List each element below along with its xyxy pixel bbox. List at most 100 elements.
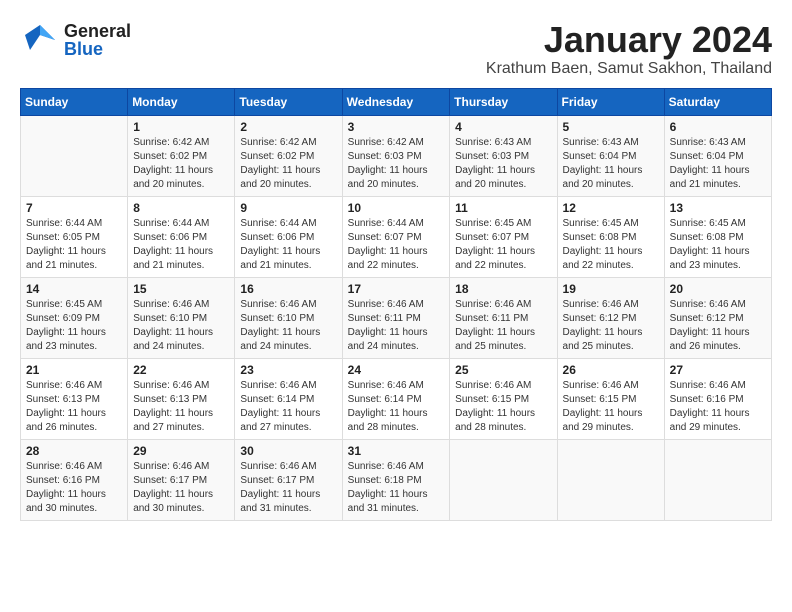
- day-number: 12: [563, 201, 659, 215]
- day-info: Sunrise: 6:46 AM Sunset: 6:13 PM Dayligh…: [133, 379, 229, 435]
- day-info: Sunrise: 6:45 AM Sunset: 6:08 PM Dayligh…: [670, 217, 766, 273]
- calendar-cell: 20 Sunrise: 6:46 AM Sunset: 6:12 PM Dayli…: [664, 277, 771, 358]
- day-number: 26: [563, 363, 659, 377]
- day-number: 11: [455, 201, 551, 215]
- calendar-cell: 5 Sunrise: 6:43 AM Sunset: 6:04 PM Daylig…: [557, 115, 664, 196]
- calendar-cell: [21, 115, 128, 196]
- logo-general-text: General: [64, 22, 131, 40]
- calendar-cell: 23 Sunrise: 6:46 AM Sunset: 6:14 PM Dayli…: [235, 358, 342, 439]
- day-info: Sunrise: 6:45 AM Sunset: 6:07 PM Dayligh…: [455, 217, 551, 273]
- day-number: 10: [348, 201, 445, 215]
- calendar-week-row: 14 Sunrise: 6:45 AM Sunset: 6:09 PM Dayli…: [21, 277, 772, 358]
- calendar-week-row: 21 Sunrise: 6:46 AM Sunset: 6:13 PM Dayli…: [21, 358, 772, 439]
- day-info: Sunrise: 6:46 AM Sunset: 6:17 PM Dayligh…: [133, 460, 229, 516]
- calendar-cell: 28 Sunrise: 6:46 AM Sunset: 6:16 PM Dayli…: [21, 439, 128, 520]
- day-info: Sunrise: 6:44 AM Sunset: 6:06 PM Dayligh…: [240, 217, 336, 273]
- day-info: Sunrise: 6:46 AM Sunset: 6:12 PM Dayligh…: [670, 298, 766, 354]
- calendar-cell: 22 Sunrise: 6:46 AM Sunset: 6:13 PM Dayli…: [128, 358, 235, 439]
- day-number: 4: [455, 120, 551, 134]
- calendar-week-row: 28 Sunrise: 6:46 AM Sunset: 6:16 PM Dayli…: [21, 439, 772, 520]
- calendar-header: SundayMondayTuesdayWednesdayThursdayFrid…: [21, 88, 772, 115]
- calendar-cell: 16 Sunrise: 6:46 AM Sunset: 6:10 PM Dayli…: [235, 277, 342, 358]
- day-info: Sunrise: 6:42 AM Sunset: 6:02 PM Dayligh…: [133, 136, 229, 192]
- day-info: Sunrise: 6:45 AM Sunset: 6:08 PM Dayligh…: [563, 217, 659, 273]
- day-info: Sunrise: 6:42 AM Sunset: 6:03 PM Dayligh…: [348, 136, 445, 192]
- day-number: 5: [563, 120, 659, 134]
- days-of-week-row: SundayMondayTuesdayWednesdayThursdayFrid…: [21, 88, 772, 115]
- location-title: Krathum Baen, Samut Sakhon, Thailand: [486, 60, 772, 78]
- day-number: 8: [133, 201, 229, 215]
- calendar-cell: [664, 439, 771, 520]
- calendar-cell: [450, 439, 557, 520]
- day-info: Sunrise: 6:43 AM Sunset: 6:04 PM Dayligh…: [670, 136, 766, 192]
- day-info: Sunrise: 6:46 AM Sunset: 6:17 PM Dayligh…: [240, 460, 336, 516]
- calendar-cell: 21 Sunrise: 6:46 AM Sunset: 6:13 PM Dayli…: [21, 358, 128, 439]
- calendar-cell: 4Sunrise: 6:43 AM Sunset: 6:03 PM Daylig…: [450, 115, 557, 196]
- calendar-body: 1 Sunrise: 6:42 AM Sunset: 6:02 PM Daylig…: [21, 115, 772, 520]
- day-info: Sunrise: 6:46 AM Sunset: 6:10 PM Dayligh…: [133, 298, 229, 354]
- day-number: 24: [348, 363, 445, 377]
- day-info: Sunrise: 6:46 AM Sunset: 6:10 PM Dayligh…: [240, 298, 336, 354]
- day-number: 25: [455, 363, 551, 377]
- day-number: 19: [563, 282, 659, 296]
- day-info: Sunrise: 6:46 AM Sunset: 6:15 PM Dayligh…: [563, 379, 659, 435]
- day-info: Sunrise: 6:44 AM Sunset: 6:06 PM Dayligh…: [133, 217, 229, 273]
- logo-icon: [20, 20, 60, 60]
- day-number: 30: [240, 444, 336, 458]
- calendar-cell: 6 Sunrise: 6:43 AM Sunset: 6:04 PM Daylig…: [664, 115, 771, 196]
- day-number: 1: [133, 120, 229, 134]
- title-section: January 2024 Krathum Baen, Samut Sakhon,…: [486, 20, 772, 78]
- day-info: Sunrise: 6:46 AM Sunset: 6:13 PM Dayligh…: [26, 379, 122, 435]
- day-info: Sunrise: 6:43 AM Sunset: 6:04 PM Dayligh…: [563, 136, 659, 192]
- day-info: Sunrise: 6:45 AM Sunset: 6:09 PM Dayligh…: [26, 298, 122, 354]
- day-of-week-header: Tuesday: [235, 88, 342, 115]
- day-number: 23: [240, 363, 336, 377]
- calendar-cell: 30 Sunrise: 6:46 AM Sunset: 6:17 PM Dayli…: [235, 439, 342, 520]
- day-info: Sunrise: 6:46 AM Sunset: 6:14 PM Dayligh…: [240, 379, 336, 435]
- calendar-cell: 2Sunrise: 6:42 AM Sunset: 6:02 PM Daylig…: [235, 115, 342, 196]
- calendar-cell: 1 Sunrise: 6:42 AM Sunset: 6:02 PM Daylig…: [128, 115, 235, 196]
- calendar-cell: 27Sunrise: 6:46 AM Sunset: 6:16 PM Dayli…: [664, 358, 771, 439]
- day-of-week-header: Monday: [128, 88, 235, 115]
- day-info: Sunrise: 6:46 AM Sunset: 6:12 PM Dayligh…: [563, 298, 659, 354]
- calendar-cell: 8 Sunrise: 6:44 AM Sunset: 6:06 PM Daylig…: [128, 196, 235, 277]
- day-number: 7: [26, 201, 122, 215]
- calendar-cell: 11 Sunrise: 6:45 AM Sunset: 6:07 PM Dayli…: [450, 196, 557, 277]
- calendar-cell: [557, 439, 664, 520]
- day-number: 16: [240, 282, 336, 296]
- day-number: 22: [133, 363, 229, 377]
- day-info: Sunrise: 6:46 AM Sunset: 6:16 PM Dayligh…: [26, 460, 122, 516]
- day-of-week-header: Wednesday: [342, 88, 450, 115]
- day-number: 13: [670, 201, 766, 215]
- day-info: Sunrise: 6:44 AM Sunset: 6:07 PM Dayligh…: [348, 217, 445, 273]
- calendar-cell: 25Sunrise: 6:46 AM Sunset: 6:15 PM Dayli…: [450, 358, 557, 439]
- logo-text: General Blue: [64, 22, 131, 58]
- calendar-week-row: 1 Sunrise: 6:42 AM Sunset: 6:02 PM Daylig…: [21, 115, 772, 196]
- logo: General Blue: [20, 20, 131, 60]
- day-number: 31: [348, 444, 445, 458]
- calendar-cell: 13 Sunrise: 6:45 AM Sunset: 6:08 PM Dayli…: [664, 196, 771, 277]
- day-number: 28: [26, 444, 122, 458]
- day-info: Sunrise: 6:46 AM Sunset: 6:11 PM Dayligh…: [348, 298, 445, 354]
- calendar-cell: 15 Sunrise: 6:46 AM Sunset: 6:10 PM Dayli…: [128, 277, 235, 358]
- day-info: Sunrise: 6:44 AM Sunset: 6:05 PM Dayligh…: [26, 217, 122, 273]
- day-number: 15: [133, 282, 229, 296]
- calendar-cell: 26 Sunrise: 6:46 AM Sunset: 6:15 PM Dayli…: [557, 358, 664, 439]
- logo-blue-text: Blue: [64, 40, 131, 58]
- calendar-cell: 12 Sunrise: 6:45 AM Sunset: 6:08 PM Dayli…: [557, 196, 664, 277]
- calendar-cell: 18Sunrise: 6:46 AM Sunset: 6:11 PM Dayli…: [450, 277, 557, 358]
- day-of-week-header: Sunday: [21, 88, 128, 115]
- page-header: General Blue January 2024 Krathum Baen, …: [20, 20, 772, 78]
- day-of-week-header: Saturday: [664, 88, 771, 115]
- day-number: 14: [26, 282, 122, 296]
- day-number: 6: [670, 120, 766, 134]
- month-title: January 2024: [486, 20, 772, 60]
- calendar-week-row: 7 Sunrise: 6:44 AM Sunset: 6:05 PM Daylig…: [21, 196, 772, 277]
- day-number: 20: [670, 282, 766, 296]
- calendar-cell: 24Sunrise: 6:46 AM Sunset: 6:14 PM Dayli…: [342, 358, 450, 439]
- day-number: 21: [26, 363, 122, 377]
- day-number: 29: [133, 444, 229, 458]
- calendar-cell: 31Sunrise: 6:46 AM Sunset: 6:18 PM Dayli…: [342, 439, 450, 520]
- day-number: 9: [240, 201, 336, 215]
- calendar-cell: 17Sunrise: 6:46 AM Sunset: 6:11 PM Dayli…: [342, 277, 450, 358]
